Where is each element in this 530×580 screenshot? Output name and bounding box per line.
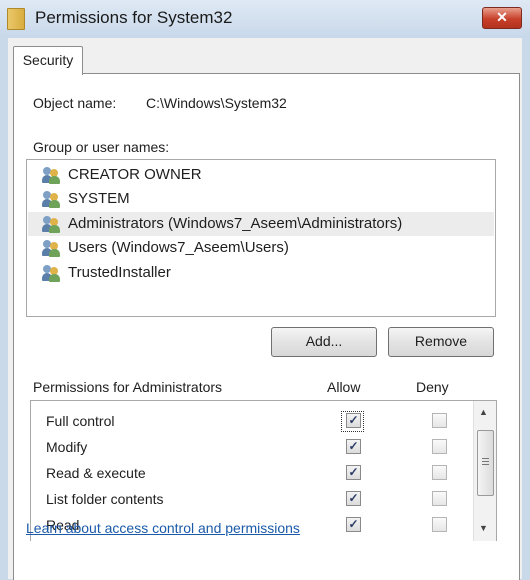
user-name: TrustedInstaller: [68, 264, 171, 281]
deny-checkbox[interactable]: [432, 517, 447, 532]
user-group-icon: [42, 216, 61, 233]
object-name-label: Object name:: [33, 95, 117, 111]
user-name: Administrators (Windows7_Aseem\Administr…: [68, 215, 403, 232]
list-item-selected[interactable]: Administrators (Windows7_Aseem\Administr…: [28, 212, 494, 236]
folder-icon: [7, 8, 25, 30]
list-item[interactable]: TrustedInstaller: [28, 261, 494, 285]
deny-column-header: Deny: [416, 379, 449, 395]
user-group-icon: [42, 167, 61, 184]
scroll-up-icon[interactable]: ▲: [479, 407, 488, 417]
deny-checkbox[interactable]: [432, 465, 447, 480]
group-names-label: Group or user names:: [33, 139, 170, 155]
list-item[interactable]: CREATOR OWNER: [28, 163, 494, 187]
grip-line: [482, 461, 489, 462]
user-group-icon: [42, 265, 61, 282]
help-link[interactable]: Learn about access control and permissio…: [26, 520, 300, 536]
deny-checkbox[interactable]: [432, 439, 447, 454]
user-group-icon: [42, 240, 61, 257]
allow-checkbox[interactable]: ✓: [346, 491, 361, 506]
permissions-scrollbar[interactable]: ▲ ▼: [473, 401, 496, 541]
permission-name: Modify: [46, 439, 88, 455]
permission-name: Read & execute: [46, 465, 146, 481]
add-button[interactable]: Add...: [271, 327, 377, 357]
user-list[interactable]: CREATOR OWNER SYSTEM Administrators (Win…: [26, 159, 496, 317]
scroll-thumb[interactable]: [477, 430, 494, 496]
permission-name: List folder contents: [46, 491, 164, 507]
permission-name: Full control: [46, 413, 115, 429]
deny-checkbox[interactable]: [432, 491, 447, 506]
allow-checkbox[interactable]: ✓: [346, 413, 361, 428]
remove-button[interactable]: Remove: [388, 327, 494, 357]
allow-checkbox[interactable]: ✓: [346, 439, 361, 454]
object-name-value: C:\Windows\System32: [146, 95, 287, 111]
deny-checkbox[interactable]: [432, 413, 447, 428]
scroll-down-icon[interactable]: ▼: [479, 523, 488, 533]
close-button[interactable]: ✕: [482, 7, 522, 29]
table-row: Read & execute ✓: [31, 461, 471, 487]
user-name: CREATOR OWNER: [68, 166, 202, 183]
permissions-header: Permissions for Administrators: [33, 379, 223, 395]
allow-checkbox[interactable]: ✓: [346, 517, 361, 532]
list-item[interactable]: SYSTEM: [28, 187, 494, 211]
table-row: Modify ✓: [31, 435, 471, 461]
list-item[interactable]: Users (Windows7_Aseem\Users): [28, 236, 494, 260]
window-title: Permissions for System32: [35, 8, 233, 27]
table-row: List folder contents ✓: [31, 487, 471, 513]
allow-column-header: Allow: [327, 379, 361, 395]
table-row: Full control ✓: [31, 409, 471, 435]
allow-checkbox[interactable]: ✓: [346, 465, 361, 480]
title-bar: Permissions for System32 ✕: [0, 0, 530, 38]
user-name: SYSTEM: [68, 190, 130, 207]
grip-line: [482, 458, 489, 459]
user-name: Users (Windows7_Aseem\Users): [68, 239, 289, 256]
user-group-icon: [42, 191, 61, 208]
grip-line: [482, 464, 489, 465]
tab-security[interactable]: Security: [13, 46, 83, 75]
